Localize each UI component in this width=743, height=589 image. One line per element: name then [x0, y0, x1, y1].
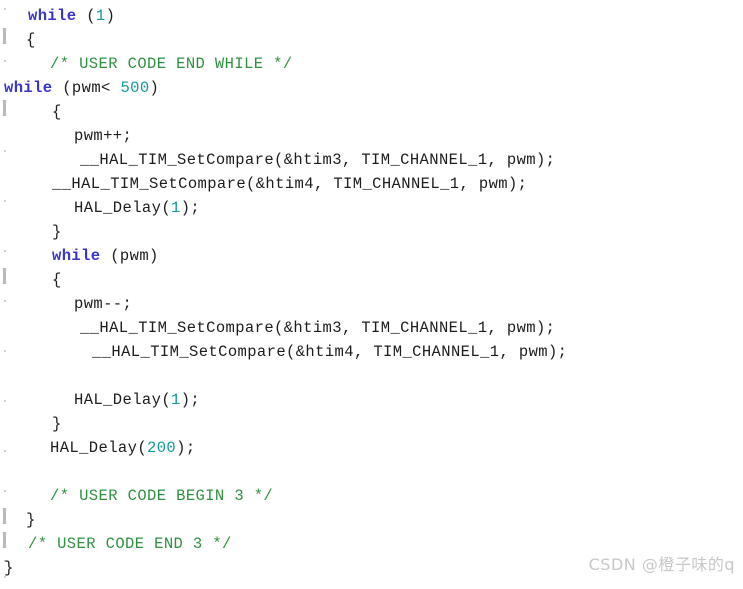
code-block: while (1) { /* USER CODE END WHILE */ while…: [0, 0, 743, 589]
code-line: HAL_Delay(1);: [0, 388, 743, 412]
code-line: __HAL_TIM_SetCompare(&htim4, TIM_CHANNEL…: [0, 172, 743, 196]
code-token-plain: __HAL_TIM_SetCompare(&htim4, TIM_CHANNEL…: [92, 343, 568, 361]
code-token-num: 200: [147, 439, 177, 457]
code-line: {: [0, 28, 743, 52]
code-token-num: 1: [171, 391, 181, 409]
code-token-plain: HAL_Delay(: [50, 439, 148, 457]
code-line: pwm--;: [0, 292, 743, 316]
code-line: HAL_Delay(200);: [0, 436, 743, 460]
code-token-plain: (pwm<: [52, 79, 121, 97]
code-token-plain: (: [76, 7, 96, 25]
code-token-kw: while: [4, 79, 53, 97]
code-line: }: [0, 412, 743, 436]
code-token-comment: /* USER CODE END WHILE */: [50, 55, 293, 73]
code-token-plain: __HAL_TIM_SetCompare(&htim4, TIM_CHANNEL…: [52, 175, 528, 193]
code-token-plain: ): [149, 79, 160, 97]
code-token-kw: while: [52, 247, 101, 265]
code-line: /* USER CODE END WHILE */: [0, 52, 743, 76]
code-token-plain: }: [52, 415, 62, 433]
code-token-plain: }: [4, 559, 14, 577]
code-line: while (pwm< 500): [0, 76, 743, 100]
code-token-num: 1: [171, 199, 181, 217]
code-token-plain: HAL_Delay(: [74, 391, 172, 409]
code-token-plain: {: [52, 103, 62, 121]
code-line: __HAL_TIM_SetCompare(&htim3, TIM_CHANNEL…: [0, 148, 743, 172]
code-line: HAL_Delay(1);: [0, 196, 743, 220]
code-token-plain: __HAL_TIM_SetCompare(&htim3, TIM_CHANNEL…: [80, 151, 556, 169]
code-token-comment: /* USER CODE END 3 */: [28, 535, 232, 553]
code-token-plain: HAL_Delay(: [74, 199, 172, 217]
code-line: }: [0, 220, 743, 244]
code-line: }: [0, 508, 743, 532]
code-token-plain: {: [26, 31, 36, 49]
code-token-kw: while: [28, 7, 77, 25]
code-line: while (pwm): [0, 244, 743, 268]
code-token-plain: ): [105, 7, 116, 25]
code-token-plain: );: [180, 391, 201, 409]
code-screenshot: while (1) { /* USER CODE END WHILE */ while…: [0, 0, 743, 589]
code-line: __HAL_TIM_SetCompare(&htim3, TIM_CHANNEL…: [0, 316, 743, 340]
code-token-plain: }: [26, 511, 36, 529]
code-token-plain: (pwm): [100, 247, 159, 265]
code-token-num: 500: [120, 79, 150, 97]
code-line: pwm++;: [0, 124, 743, 148]
code-token-plain: }: [52, 223, 62, 241]
code-line: __HAL_TIM_SetCompare(&htim4, TIM_CHANNEL…: [0, 340, 743, 364]
code-line: {: [0, 100, 743, 124]
code-token-plain: pwm++;: [74, 127, 133, 145]
code-token-plain: );: [180, 199, 201, 217]
code-token-num: 1: [95, 7, 106, 25]
code-line: {: [0, 268, 743, 292]
code-line: while (1): [0, 4, 743, 28]
code-token-plain: );: [176, 439, 196, 457]
code-token-comment: /* USER CODE BEGIN 3 */: [50, 487, 274, 505]
code-line: /* USER CODE BEGIN 3 */: [0, 484, 743, 508]
code-token-plain: pwm--;: [74, 295, 133, 313]
code-token-plain: __HAL_TIM_SetCompare(&htim3, TIM_CHANNEL…: [80, 319, 556, 337]
csdn-watermark: CSDN @橙子味的q: [588, 555, 735, 574]
code-token-plain: {: [52, 271, 62, 289]
